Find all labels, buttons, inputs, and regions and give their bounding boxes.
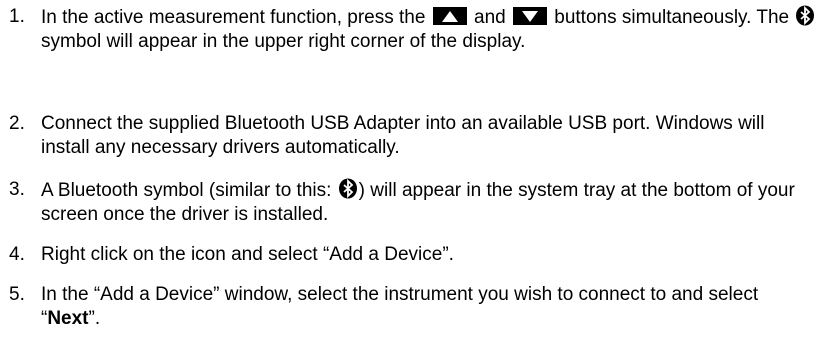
instruction-list: 1. In the active measurement function, p… <box>0 0 827 340</box>
step-number: 2. <box>9 113 25 134</box>
step-text: A Bluetooth symbol (similar to this: ) w… <box>41 178 817 226</box>
step-number: 5. <box>9 284 25 305</box>
step-text: Connect the supplied Bluetooth USB Adapt… <box>41 113 765 158</box>
down-arrow-button-icon <box>512 7 547 25</box>
step-number: 4. <box>9 244 25 265</box>
step-text-segment: ”. <box>88 307 101 329</box>
bluetooth-icon <box>795 5 815 26</box>
step-text: Right click on the icon and select “Add … <box>41 244 454 265</box>
step-text: In the “Add a Device” window, select the… <box>41 283 817 330</box>
step-text-segment: In the “Add a Device” window, select the… <box>41 284 759 329</box>
step-text: In the active measurement function, pres… <box>41 5 817 53</box>
step-number: 3. <box>9 179 25 200</box>
step-text-segment: buttons simultaneously. The <box>554 7 790 28</box>
step-text-segment: A Bluetooth symbol (similar to this: <box>41 180 332 201</box>
next-label: Next <box>47 307 89 329</box>
step-text-segment: In the active measurement function, pres… <box>41 7 426 28</box>
up-arrow-button-icon <box>432 7 467 25</box>
bluetooth-icon <box>338 178 358 199</box>
step-number: 1. <box>9 6 25 27</box>
step-text-segment: symbol will appear in the upper right co… <box>41 30 526 52</box>
step-text-segment: and <box>474 7 506 28</box>
